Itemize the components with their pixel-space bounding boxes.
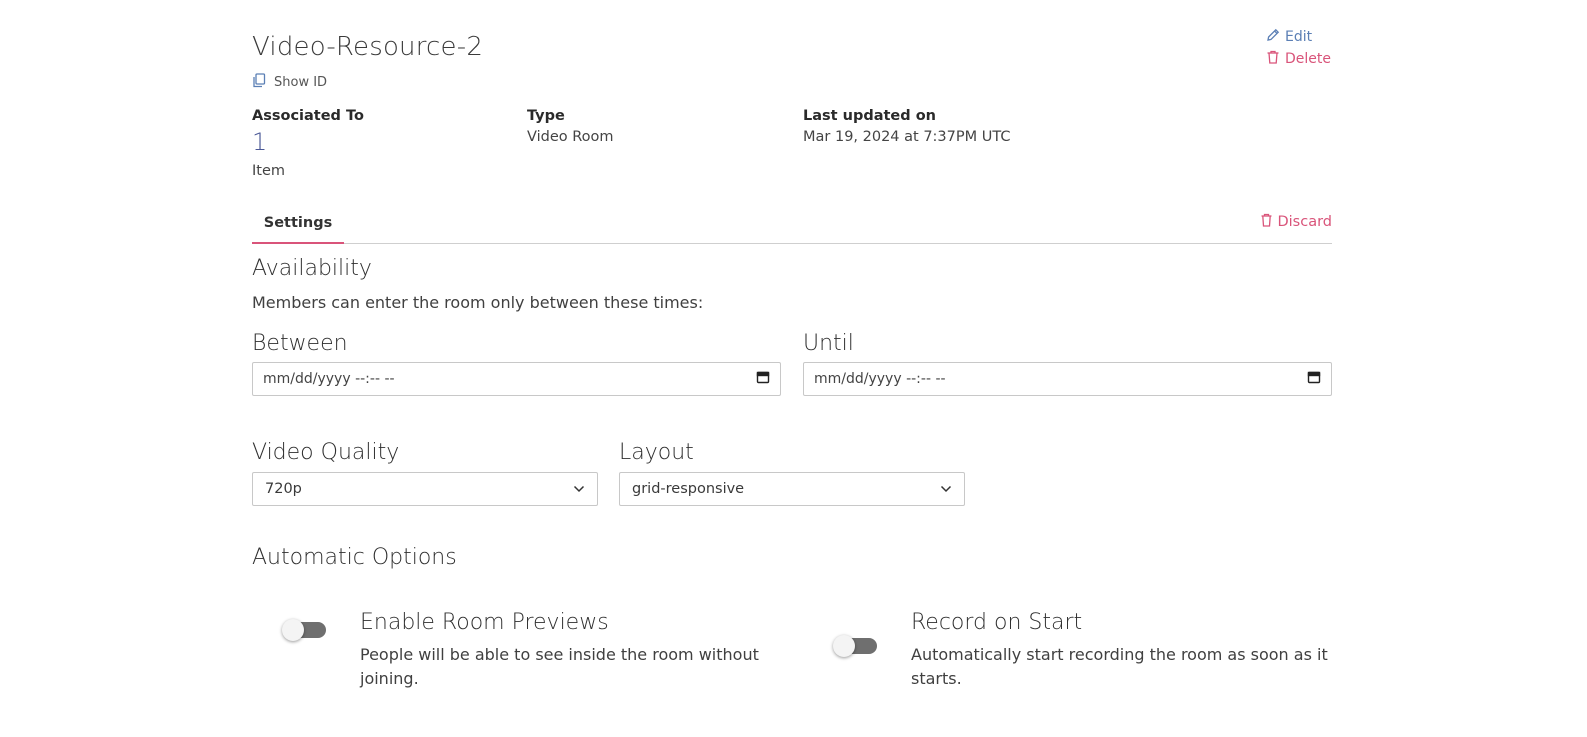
tab-bar: Settings Discard — [252, 207, 1332, 244]
availability-description: Members can enter the room only between … — [252, 293, 704, 312]
record-on-start-title: Record on Start — [911, 610, 1083, 635]
trash-icon — [1260, 213, 1273, 231]
record-on-start-description-line1: Automatically start recording the room a… — [911, 645, 1328, 664]
trash-icon — [1266, 50, 1280, 68]
show-id-button[interactable]: Show ID — [252, 73, 327, 92]
record-on-start-description: Automatically start recording the room a… — [911, 643, 1328, 691]
calendar-icon[interactable] — [1307, 370, 1321, 388]
toggle-knob — [833, 635, 855, 657]
discard-label: Discard — [1277, 214, 1332, 230]
room-previews-description: People will be able to see inside the ro… — [360, 643, 759, 691]
room-previews-description-line2: joining. — [360, 669, 419, 688]
video-quality-value: 720p — [265, 481, 302, 497]
layout-label: Layout — [619, 440, 694, 465]
delete-button[interactable]: Delete — [1266, 50, 1331, 68]
tab-settings[interactable]: Settings — [252, 207, 344, 244]
pencil-icon — [1266, 28, 1280, 46]
associated-label: Associated To — [252, 108, 364, 124]
resource-actions: Edit Delete — [1266, 28, 1331, 68]
show-id-label: Show ID — [274, 75, 328, 90]
room-previews-toggle[interactable] — [282, 619, 326, 641]
until-datetime-input[interactable]: mm/dd/yyyy --:-- -- — [803, 362, 1332, 396]
between-label: Between — [252, 331, 348, 356]
edit-button[interactable]: Edit — [1266, 28, 1331, 46]
associated-count: 1 — [252, 128, 268, 156]
record-on-start-toggle[interactable] — [833, 635, 877, 657]
layout-select[interactable]: grid-responsive — [619, 472, 965, 506]
page-title: Video-Resource-2 — [252, 32, 484, 62]
between-datetime-value: mm/dd/yyyy --:-- -- — [263, 371, 395, 387]
between-datetime-input[interactable]: mm/dd/yyyy --:-- -- — [252, 362, 781, 396]
type-value: Video Room — [527, 129, 614, 145]
calendar-icon[interactable] — [756, 370, 770, 388]
video-quality-select[interactable]: 720p — [252, 472, 598, 506]
until-label: Until — [803, 331, 854, 356]
discard-button[interactable]: Discard — [1260, 213, 1332, 231]
automatic-options-heading: Automatic Options — [252, 545, 457, 570]
room-previews-description-line1: People will be able to see inside the ro… — [360, 645, 759, 664]
type-label: Type — [527, 108, 565, 124]
last-updated-value: Mar 19, 2024 at 7:37PM UTC — [803, 129, 1011, 145]
record-on-start-description-line2: starts. — [911, 669, 962, 688]
delete-label: Delete — [1285, 51, 1331, 67]
availability-heading: Availability — [252, 256, 372, 281]
room-previews-title: Enable Room Previews — [360, 610, 609, 635]
chevron-down-icon — [573, 481, 585, 497]
video-quality-label: Video Quality — [252, 440, 400, 465]
last-updated-label: Last updated on — [803, 108, 936, 124]
toggle-knob — [282, 619, 304, 641]
associated-unit: Item — [252, 163, 286, 179]
copy-icon — [252, 73, 266, 92]
chevron-down-icon — [940, 481, 952, 497]
edit-label: Edit — [1285, 29, 1313, 45]
until-datetime-value: mm/dd/yyyy --:-- -- — [814, 371, 946, 387]
layout-value: grid-responsive — [632, 481, 745, 497]
